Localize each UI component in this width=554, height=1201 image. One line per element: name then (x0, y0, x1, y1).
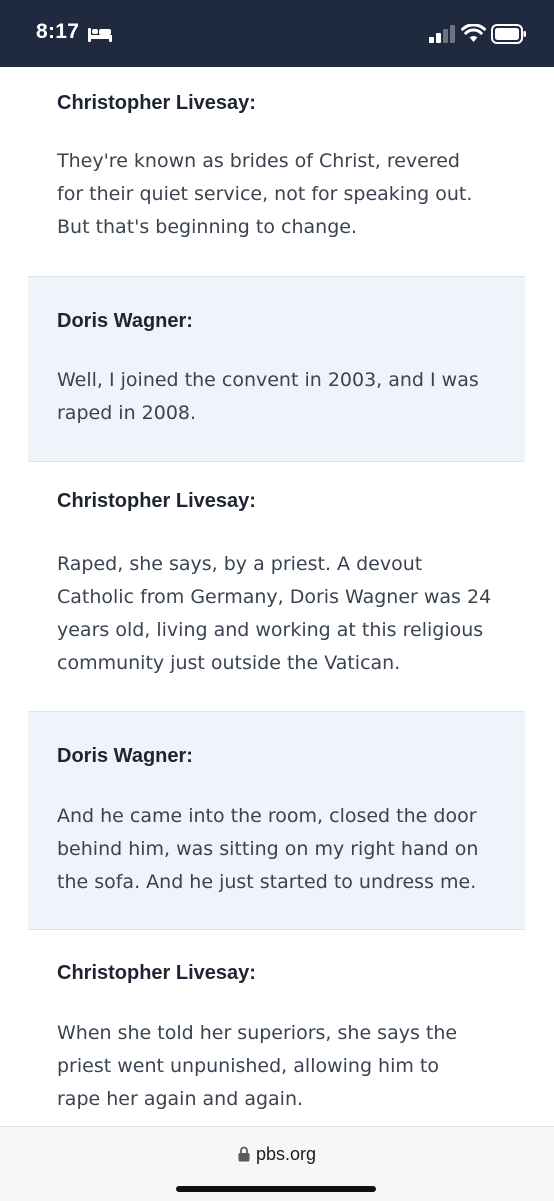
speaker-name: Christopher Livesay: (57, 92, 256, 114)
speaker-name: Doris Wagner: (57, 310, 193, 332)
transcript-line: Well, I joined the convent in 2003, and … (57, 369, 479, 391)
transcript-entry: Christopher Livesay: They're known as br… (28, 67, 525, 277)
speaker-name: Christopher Livesay: (57, 962, 256, 984)
cellular-signal-icon (429, 25, 455, 43)
transcript-entry: Doris Wagner: Well, I joined the convent… (28, 277, 525, 462)
status-bar: 8:17 (0, 0, 554, 67)
status-time: 8:17 (36, 20, 80, 43)
lock-icon (238, 1146, 250, 1162)
transcript-line: And he came into the room, closed the do… (57, 805, 477, 827)
browser-address-bar[interactable]: pbs.org (0, 1126, 554, 1201)
transcript-line: the sofa. And he just started to undress… (57, 871, 477, 893)
transcript-line: raped in 2008. (57, 402, 197, 424)
wifi-icon (461, 24, 486, 42)
battery-icon (491, 24, 526, 44)
transcript-line: behind him, was sitting on my right hand… (57, 838, 479, 860)
transcript-line: When she told her superiors, she says th… (57, 1022, 458, 1044)
url-text[interactable]: pbs.org (256, 1144, 316, 1165)
transcript-line: rape her again and again. (57, 1088, 304, 1110)
transcript-line: community just outside the Vatican. (57, 652, 401, 674)
transcript-line: They're known as brides of Christ, rever… (57, 150, 460, 172)
transcript-line: Raped, she says, by a priest. A devout (57, 553, 423, 575)
bed-icon (88, 28, 112, 42)
transcript-line: for their quiet service, not for speakin… (57, 183, 473, 205)
home-indicator[interactable] (176, 1186, 376, 1192)
speaker-name: Doris Wagner: (57, 745, 193, 767)
transcript-line: Catholic from Germany, Doris Wagner was … (57, 586, 492, 608)
transcript-entry: Christopher Livesay: Raped, she says, by… (28, 462, 525, 712)
transcript-line: priest went unpunished, allowing him to (57, 1055, 439, 1077)
speaker-name: Christopher Livesay: (57, 490, 256, 512)
transcript-entry: Christopher Livesay: When she told her s… (28, 930, 525, 1126)
transcript-line: But that's beginning to change. (57, 216, 357, 238)
transcript-line: years old, living and working at this re… (57, 619, 484, 641)
transcript-entry: Doris Wagner: And he came into the room,… (28, 712, 525, 930)
